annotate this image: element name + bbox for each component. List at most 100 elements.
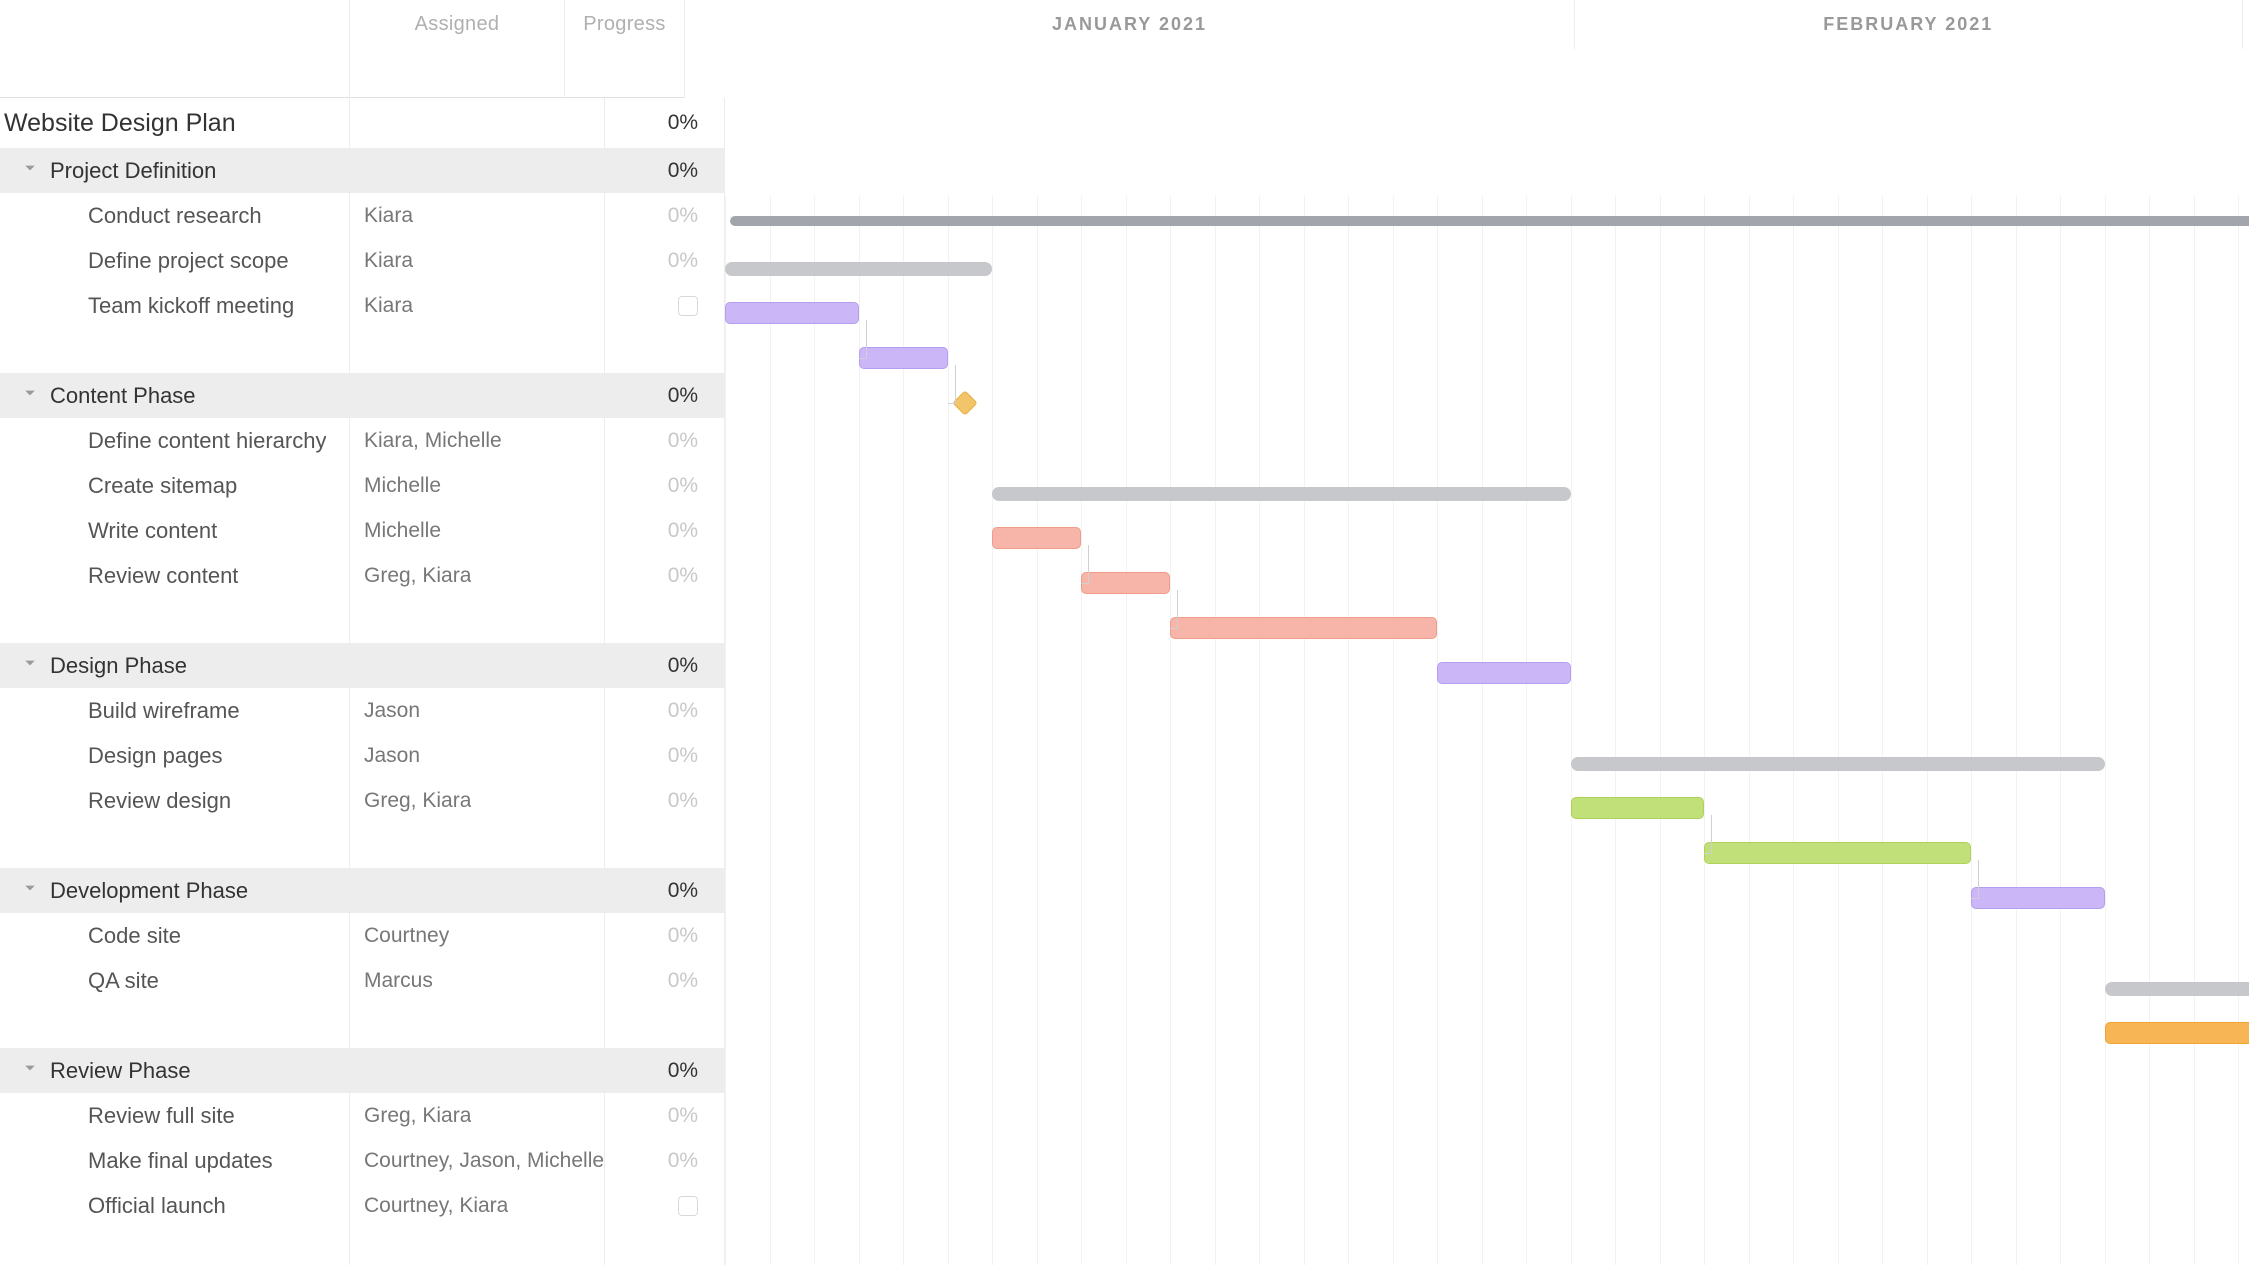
assigned-cell[interactable]: Michelle <box>350 508 604 553</box>
plan-summary-bar[interactable] <box>730 216 2249 226</box>
task-name: Define content hierarchy <box>88 428 326 454</box>
progress-cell[interactable]: 0% <box>605 643 724 688</box>
group-row[interactable]: Review Phase <box>0 1048 349 1093</box>
task-row[interactable]: Make final updates <box>0 1138 349 1183</box>
progress-cell[interactable]: 0% <box>605 148 724 193</box>
assigned-cell[interactable]: Courtney <box>350 913 604 958</box>
progress-cell[interactable]: 0% <box>605 508 724 553</box>
chevron-down-icon[interactable] <box>24 881 36 897</box>
progress-cell[interactable]: 0% <box>605 1138 724 1183</box>
milestone-checkbox[interactable] <box>678 1196 698 1216</box>
gantt-track <box>725 1101 2249 1146</box>
progress-cell[interactable]: 0% <box>605 913 724 958</box>
assigned-cell[interactable]: Kiara <box>350 283 604 328</box>
task-row[interactable]: Code site <box>0 913 349 958</box>
task-bar[interactable] <box>992 527 1081 549</box>
plan-title[interactable]: Website Design Plan <box>0 98 349 148</box>
assigned-cell <box>350 868 604 913</box>
task-row[interactable]: Build wireframe <box>0 688 349 733</box>
group-name: Review Phase <box>50 1058 191 1084</box>
progress-cell[interactable]: 0% <box>605 688 724 733</box>
task-row[interactable]: Review full site <box>0 1093 349 1138</box>
chevron-down-icon[interactable] <box>24 656 36 672</box>
month-header: JANUARY 2021 <box>685 0 1575 49</box>
task-bar[interactable] <box>1571 797 1705 819</box>
task-name: Review content <box>88 563 238 589</box>
assigned-cell <box>350 1048 604 1093</box>
assigned-cell[interactable]: Greg, Kiara <box>350 778 604 823</box>
task-name: Official launch <box>88 1193 226 1219</box>
assigned-cell[interactable]: Greg, Kiara <box>350 553 604 598</box>
task-bar[interactable] <box>1971 887 2105 909</box>
group-row[interactable]: Project Definition <box>0 148 349 193</box>
assigned-cell <box>350 598 604 643</box>
progress-cell: 0% <box>605 98 724 148</box>
task-row[interactable]: Conduct research <box>0 193 349 238</box>
task-bar[interactable] <box>1437 662 1571 684</box>
milestone-checkbox[interactable] <box>678 296 698 316</box>
task-row[interactable]: Write content <box>0 508 349 553</box>
progress-cell[interactable]: 0% <box>605 553 724 598</box>
task-row[interactable]: Define content hierarchy <box>0 418 349 463</box>
summary-bar[interactable] <box>1571 757 2105 771</box>
gantt-track <box>725 966 2249 1011</box>
task-row[interactable]: Team kickoff meeting <box>0 283 349 328</box>
assigned-cell[interactable]: Jason <box>350 688 604 733</box>
column-header-progress[interactable]: Progress <box>565 0 684 49</box>
progress-cell[interactable] <box>605 283 724 328</box>
summary-bar[interactable] <box>2105 982 2249 996</box>
month-header: FEBRUARY 2021 <box>1575 0 2243 49</box>
chevron-down-icon[interactable] <box>24 161 36 177</box>
assigned-cell[interactable]: Greg, Kiara <box>350 1093 604 1138</box>
task-row[interactable]: Review design <box>0 778 349 823</box>
summary-bar[interactable] <box>725 262 992 276</box>
task-bar[interactable] <box>1170 617 1437 639</box>
assigned-cell <box>350 643 604 688</box>
task-row[interactable]: Official launch <box>0 1183 349 1228</box>
task-bar[interactable] <box>1704 842 1971 864</box>
group-row[interactable]: Development Phase <box>0 868 349 913</box>
assigned-cell[interactable]: Michelle <box>350 463 604 508</box>
progress-cell[interactable] <box>605 1183 724 1228</box>
group-row[interactable]: Content Phase <box>0 373 349 418</box>
summary-bar[interactable] <box>992 487 1571 501</box>
gantt-track <box>725 1056 2249 1101</box>
task-bar[interactable] <box>1081 572 1170 594</box>
assigned-cell[interactable]: Courtney, Kiara <box>350 1183 604 1228</box>
task-bar[interactable] <box>2105 1022 2249 1044</box>
task-row[interactable]: Design pages <box>0 733 349 778</box>
chevron-down-icon[interactable] <box>24 386 36 402</box>
assigned-cell[interactable]: Jason <box>350 733 604 778</box>
dependency-link <box>1704 815 1712 854</box>
progress-cell[interactable]: 0% <box>605 778 724 823</box>
progress-cell[interactable]: 0% <box>605 373 724 418</box>
task-row[interactable]: Review content <box>0 553 349 598</box>
assigned-cell[interactable]: Kiara, Michelle <box>350 418 604 463</box>
assigned-cell[interactable]: Kiara <box>350 193 604 238</box>
milestone-marker[interactable] <box>953 390 978 415</box>
task-bar[interactable] <box>725 302 859 324</box>
group-row[interactable]: Design Phase <box>0 643 349 688</box>
progress-cell[interactable]: 0% <box>605 733 724 778</box>
progress-cell[interactable]: 0% <box>605 193 724 238</box>
progress-cell[interactable]: 0% <box>605 1093 724 1138</box>
progress-cell <box>605 598 724 643</box>
task-row[interactable]: QA site <box>0 958 349 1003</box>
task-name: Create sitemap <box>88 473 237 499</box>
task-row[interactable]: Define project scope <box>0 238 349 283</box>
chevron-down-icon[interactable] <box>24 1061 36 1077</box>
task-row[interactable]: Create sitemap <box>0 463 349 508</box>
progress-cell[interactable]: 0% <box>605 238 724 283</box>
progress-cell[interactable]: 0% <box>605 1048 724 1093</box>
assigned-cell[interactable]: Kiara <box>350 238 604 283</box>
progress-cell[interactable]: 0% <box>605 958 724 1003</box>
assigned-cell <box>350 148 604 193</box>
task-bar[interactable] <box>859 347 948 369</box>
column-header-assigned[interactable]: Assigned <box>350 0 564 49</box>
assigned-cell[interactable]: Courtney, Jason, Michelle <box>350 1138 604 1183</box>
gantt-track <box>725 1191 2249 1236</box>
assigned-cell[interactable]: Marcus <box>350 958 604 1003</box>
progress-cell[interactable]: 0% <box>605 868 724 913</box>
progress-cell[interactable]: 0% <box>605 463 724 508</box>
progress-cell[interactable]: 0% <box>605 418 724 463</box>
